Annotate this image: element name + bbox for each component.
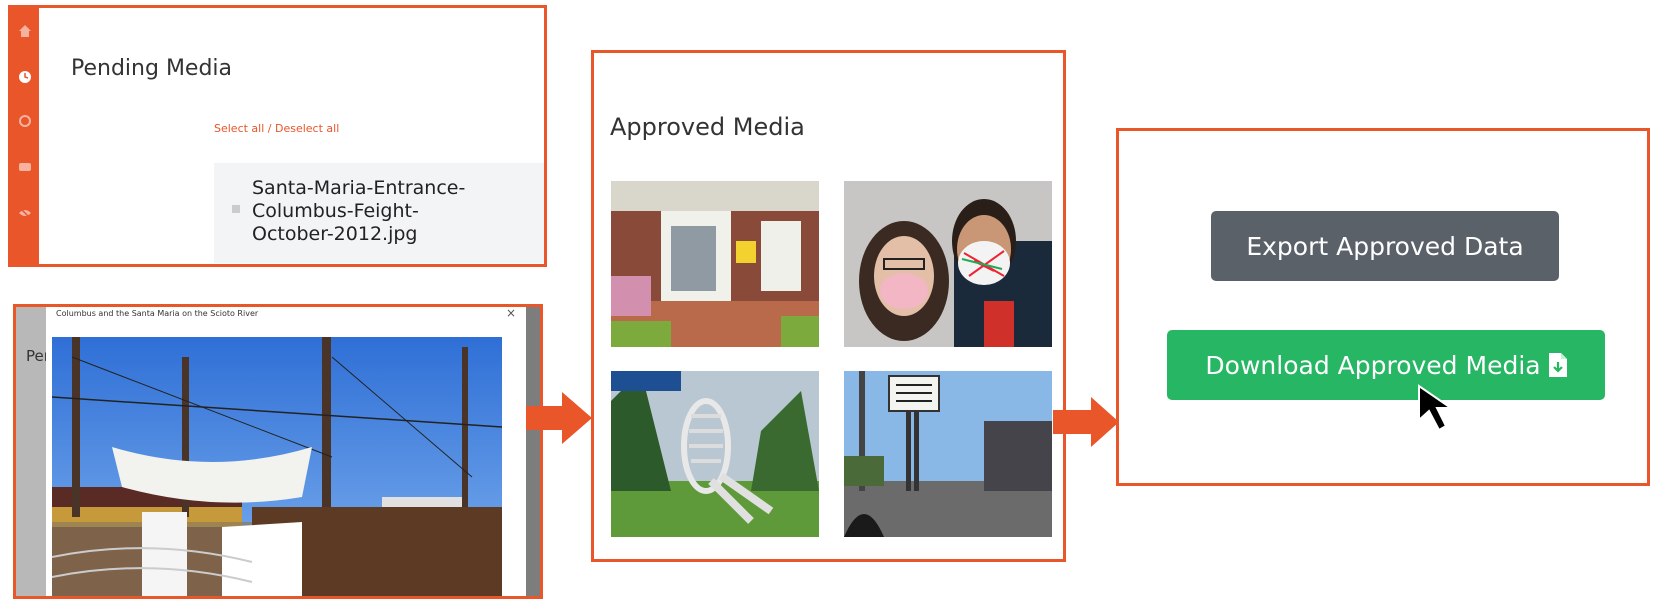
sidebar [11,8,39,264]
file-name: Santa-Maria-Entrance-Columbus-Feight-Oct… [252,177,466,245]
gear-icon[interactable] [18,114,32,128]
close-icon[interactable]: × [506,307,516,320]
arrow-right-icon [526,392,592,444]
media-preview-panel: Per Columbus and the Santa Maria on the … [13,304,543,599]
download-approved-media-button[interactable]: Download Approved Media [1167,330,1605,400]
street-sign-photo[interactable] [844,371,1052,537]
download-button-label: Download Approved Media [1205,350,1541,380]
clock-icon[interactable] [18,70,32,84]
file-checkbox[interactable] [232,205,240,213]
deselect-all-link[interactable]: Deselect all [275,122,339,135]
arrow-right-icon [1053,397,1119,447]
export-panel: Export Approved Data Download Approved M… [1116,128,1650,486]
select-all-link[interactable]: Select all [214,122,264,135]
couple-masks-photo[interactable] [844,181,1052,347]
page-title: Pending Media [71,56,233,81]
select-links: Select all / Deselect all [214,122,339,135]
pending-file-row[interactable]: Santa-Maria-Entrance-Columbus-Feight-Oct… [214,163,544,263]
export-button-label: Export Approved Data [1246,231,1524,261]
home-icon[interactable] [18,24,32,38]
hide-icon[interactable] [18,206,32,220]
export-approved-data-button[interactable]: Export Approved Data [1211,211,1559,281]
santa-maria-photo [52,337,502,596]
media-modal: Columbus and the Santa Maria on the Scio… [46,307,526,596]
pending-media-panel: Pending Media Select all / Deselect all … [8,5,547,267]
mouse-cursor-icon [1418,384,1455,432]
file-download-icon [1548,353,1567,377]
chat-icon[interactable] [18,160,32,174]
modal-title: Columbus and the Santa Maria on the Scio… [56,309,259,318]
skeleton-photo[interactable] [611,371,819,537]
porch-photo[interactable] [611,181,819,347]
approved-title: Approved Media [610,113,805,141]
approved-media-panel: Approved Media [591,50,1066,562]
select-separator: / [264,122,275,135]
